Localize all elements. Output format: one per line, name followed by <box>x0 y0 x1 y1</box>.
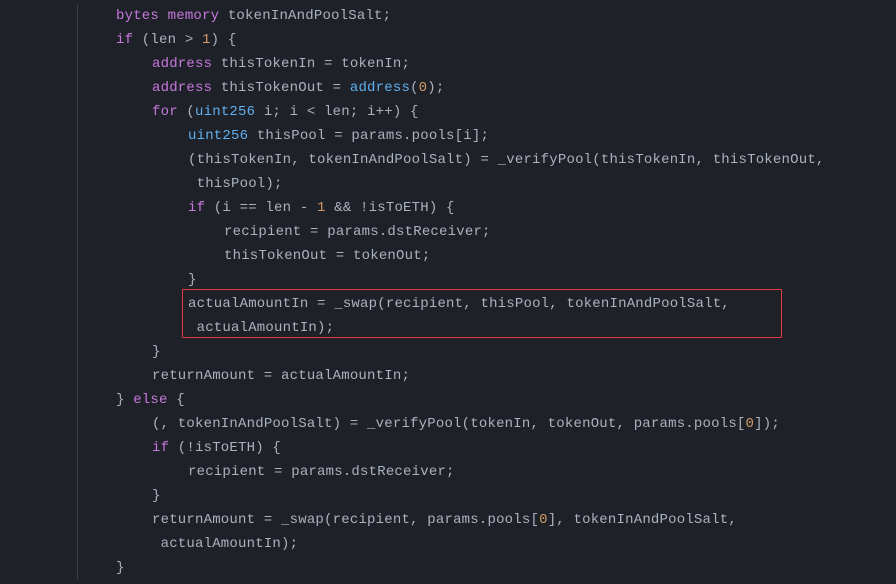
code-line-highlighted: actualAmountIn); <box>80 316 896 340</box>
code-line: thisPool); <box>80 172 896 196</box>
code-line: } <box>80 556 896 580</box>
code-line: returnAmount = _swap(recipient, params.p… <box>80 508 896 532</box>
code-line: thisTokenOut = tokenOut; <box>80 244 896 268</box>
code-line: bytes memory tokenInAndPoolSalt; <box>80 4 896 28</box>
code-line: if (i == len - 1 && !isToETH) { <box>80 196 896 220</box>
code-line: actualAmountIn); <box>80 532 896 556</box>
code-line-highlighted: actualAmountIn = _swap(recipient, thisPo… <box>80 292 896 316</box>
code-line: recipient = params.dstReceiver; <box>80 460 896 484</box>
code-line: } <box>80 268 896 292</box>
code-line: } <box>80 340 896 364</box>
code-line: returnAmount = actualAmountIn; <box>80 364 896 388</box>
code-line: (, tokenInAndPoolSalt) = _verifyPool(tok… <box>80 412 896 436</box>
line-gutter <box>0 4 78 580</box>
code-line: (thisTokenIn, tokenInAndPoolSalt) = _ver… <box>80 148 896 172</box>
code-line: } else { <box>80 388 896 412</box>
code-line: address thisTokenIn = tokenIn; <box>80 52 896 76</box>
code-line: address thisTokenOut = address(0); <box>80 76 896 100</box>
code-block: bytes memory tokenInAndPoolSalt; if (len… <box>0 4 896 580</box>
code-line: if (!isToETH) { <box>80 436 896 460</box>
code-line: for (uint256 i; i < len; i++) { <box>80 100 896 124</box>
code-line: uint256 thisPool = params.pools[i]; <box>80 124 896 148</box>
code-line: if (len > 1) { <box>80 28 896 52</box>
code-line: } <box>80 484 896 508</box>
code-line: recipient = params.dstReceiver; <box>80 220 896 244</box>
